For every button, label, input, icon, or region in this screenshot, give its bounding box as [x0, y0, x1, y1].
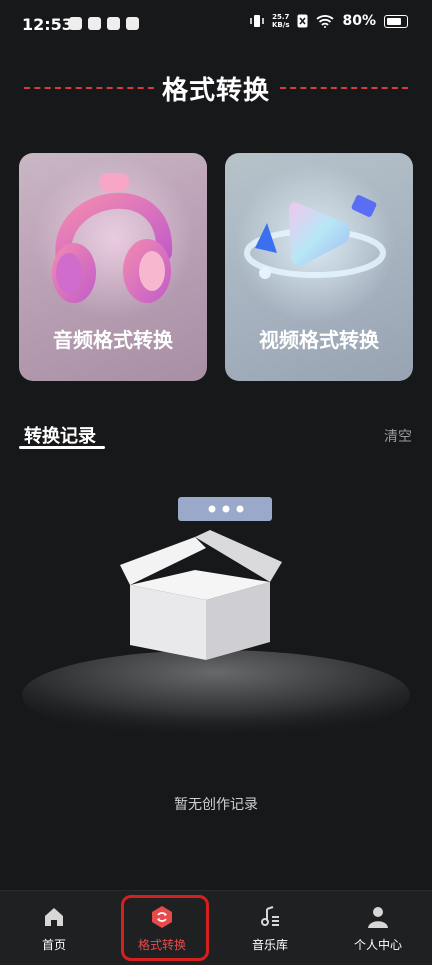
nav-home-label: 首页 [41, 938, 66, 952]
bottom-navigation: 首页 格式转换 音乐库 个人中心 [0, 890, 432, 965]
status-time: 12:53 [22, 15, 73, 34]
network-speed: 25.7 KB/s [272, 13, 290, 29]
no-sim-icon [297, 14, 308, 28]
home-icon [45, 908, 63, 926]
battery-icon [384, 14, 408, 28]
music-note-icon [261, 906, 279, 926]
nav-music-library[interactable]: 音乐库 [216, 891, 324, 965]
nav-home[interactable]: 首页 [0, 891, 108, 965]
video-play-icon [235, 163, 395, 323]
clear-button[interactable]: 清空 [384, 426, 412, 446]
tab-underline [19, 446, 105, 449]
page-header: 格式转换 [0, 70, 432, 110]
empty-records-text: 暂无创作记录 [174, 797, 258, 813]
headphones-icon [34, 158, 194, 318]
vibrate-icon [250, 15, 264, 27]
nav-profile-label: 个人中心 [353, 938, 402, 952]
check-notification-icon [126, 17, 139, 30]
app-notification-icon [69, 17, 82, 30]
play-notification-icon [88, 17, 101, 30]
title-divider-right [280, 87, 408, 89]
tab-conversion-records[interactable]: 转换记录 [24, 422, 96, 448]
video-convert-label: 视频格式转换 [259, 328, 379, 352]
nav-profile[interactable]: 个人中心 [324, 891, 432, 965]
audio-convert-label: 音频格式转换 [53, 328, 173, 352]
nav-music-library-label: 音乐库 [251, 938, 288, 952]
system-icons: 25.7 KB/s 80% [250, 13, 408, 29]
link-notification-icon [107, 17, 120, 30]
video-convert-card[interactable]: 视频格式转换 [225, 153, 413, 381]
notification-icons [69, 17, 139, 30]
person-icon [368, 907, 388, 928]
battery-percent: 80% [342, 13, 376, 29]
empty-box-illustration [22, 497, 410, 740]
wifi-icon [316, 15, 335, 28]
audio-convert-card[interactable]: 音频格式转换 [19, 153, 207, 381]
status-bar: 12:53 25.7 KB/s 80% [0, 0, 432, 52]
active-tab-highlight [121, 895, 209, 961]
